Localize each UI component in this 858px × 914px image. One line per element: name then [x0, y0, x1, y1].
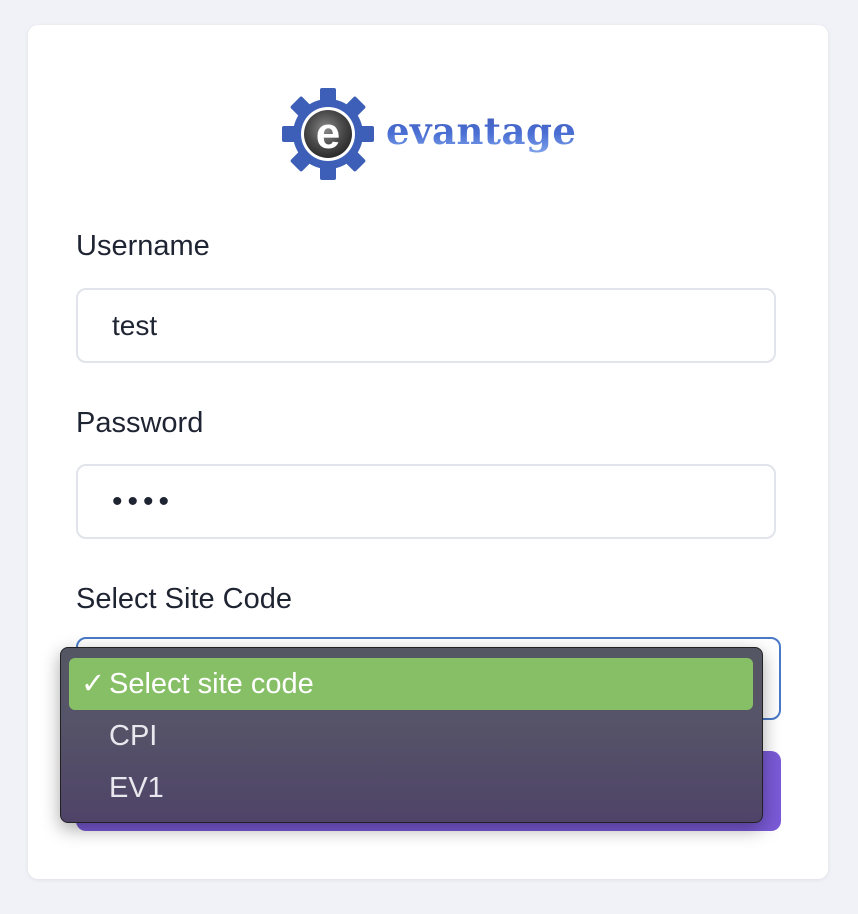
password-input[interactable]: ••••: [76, 464, 776, 539]
site-code-dropdown-menu: ✓ Select site code CPI EV1: [60, 647, 763, 823]
svg-text:e: e: [316, 109, 340, 158]
option-label: CPI: [109, 720, 158, 752]
logo-wordmark: evantage: [386, 109, 577, 153]
option-label: EV1: [109, 772, 164, 804]
gear-e-logo-icon: e: [282, 88, 374, 180]
site-code-label: Select Site Code: [76, 583, 293, 615]
password-label: Password: [76, 407, 204, 439]
checkmark-icon: ✓: [81, 668, 106, 700]
option-label: Select site code: [109, 668, 314, 700]
dropdown-option-select-site-code[interactable]: ✓ Select site code: [69, 658, 753, 710]
username-label: Username: [76, 230, 210, 262]
username-value: test: [112, 310, 158, 341]
evantage-logo: e evantage: [280, 87, 580, 182]
dropdown-option-ev1[interactable]: EV1: [69, 762, 753, 814]
password-value: ••••: [112, 485, 175, 518]
username-input[interactable]: test: [76, 288, 776, 363]
dropdown-option-cpi[interactable]: CPI: [69, 710, 753, 762]
